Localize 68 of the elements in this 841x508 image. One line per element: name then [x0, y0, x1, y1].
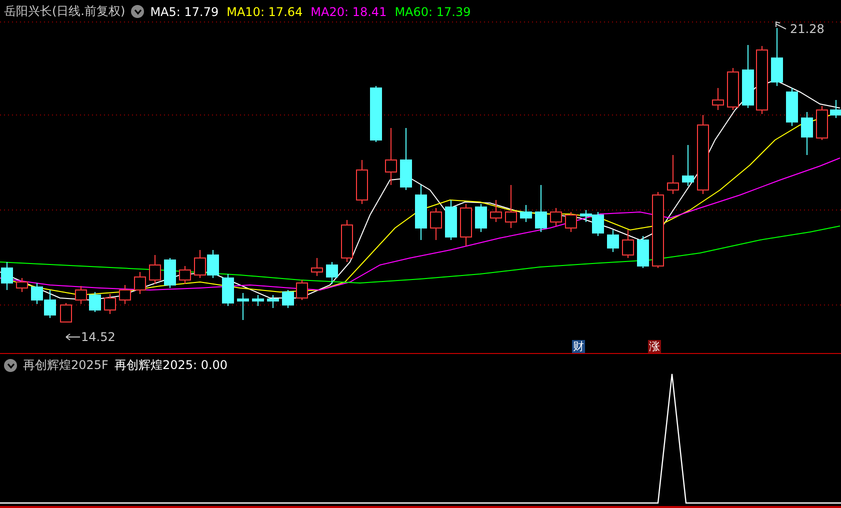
candlestick	[742, 44, 754, 108]
candlestick	[31, 282, 43, 304]
moving-average-label: MA20: 18.41	[310, 4, 387, 18]
moving-average-label: MA10: 17.64	[226, 4, 303, 18]
candlestick	[356, 160, 368, 204]
candlestick	[282, 290, 294, 308]
candlestick	[222, 274, 234, 306]
candlestick	[460, 204, 472, 246]
event-marker[interactable]: 涨	[648, 340, 661, 353]
candlestick	[801, 112, 813, 156]
leader-line	[66, 334, 80, 340]
candlestick	[830, 100, 841, 118]
moving-average-label: MA5: 17.79	[150, 4, 219, 18]
candlestick	[756, 46, 768, 114]
dropdown-icon[interactable]	[131, 5, 144, 18]
candlestick	[44, 290, 56, 318]
moving-average-label: MA60: 17.39	[394, 4, 471, 18]
candlestick	[622, 230, 634, 258]
leader-line	[776, 21, 786, 30]
candlestick	[535, 184, 547, 232]
candlestick	[60, 302, 72, 322]
candlestick	[430, 208, 442, 240]
candlestick	[771, 28, 783, 86]
candlestick	[164, 258, 176, 288]
candlestick	[104, 294, 116, 314]
candlestick	[326, 262, 338, 284]
candlestick	[667, 154, 679, 194]
candlestick	[119, 284, 131, 304]
candlestick	[445, 200, 457, 240]
candlestick	[237, 292, 249, 320]
candlestick	[370, 86, 382, 142]
candlestick	[637, 236, 649, 268]
candlestick	[311, 258, 323, 276]
candlestick	[1, 262, 13, 290]
candlestick	[341, 220, 353, 262]
stock-title: 岳阳兴长(日线.前复权)	[4, 3, 126, 20]
candlestick	[75, 286, 87, 304]
candlestick	[194, 250, 206, 278]
candlestick	[475, 204, 487, 232]
candlestick	[16, 278, 28, 292]
event-marker[interactable]: 财	[572, 340, 585, 353]
candlestick	[400, 128, 412, 190]
candlestick	[415, 184, 427, 240]
high-price-label: 21.28	[790, 22, 824, 36]
candlestick	[505, 184, 517, 228]
candlestick	[565, 212, 577, 232]
candlestick	[385, 128, 397, 186]
low-price-label: 14.52	[81, 330, 116, 344]
candlestick	[179, 266, 191, 284]
indicator-name: 再创辉煌2025F	[23, 357, 108, 374]
candlestick	[816, 106, 828, 140]
candlestick	[712, 88, 724, 110]
candlestick	[296, 280, 308, 300]
candlestick	[149, 254, 161, 284]
candlestick	[607, 230, 619, 252]
candlestick	[520, 204, 532, 222]
candlestick	[207, 250, 219, 278]
candlestick	[134, 272, 146, 294]
indicator-value: 再创辉煌2025: 0.00	[114, 357, 228, 374]
candlestick	[252, 294, 264, 306]
candlestick	[490, 200, 502, 222]
candlestick	[89, 292, 101, 312]
candlestick	[682, 144, 694, 186]
candlestick	[727, 68, 739, 110]
candlestick	[786, 88, 798, 126]
candlestick	[267, 294, 279, 308]
dropdown-icon[interactable]	[4, 359, 17, 372]
candlestick	[550, 208, 562, 226]
